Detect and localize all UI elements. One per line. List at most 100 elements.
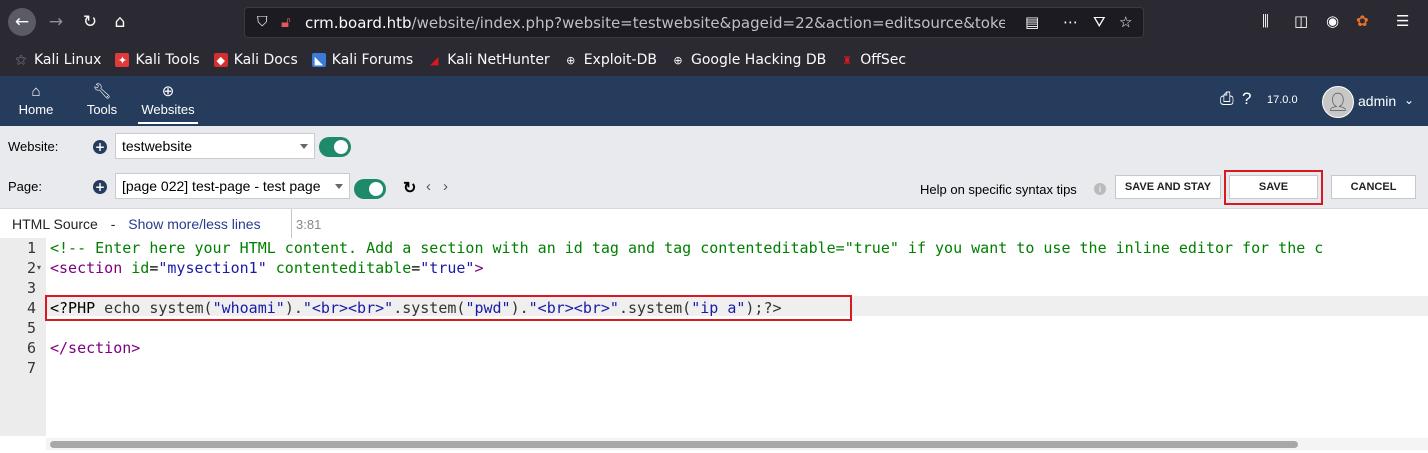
menu-tools[interactable]: 🔧︎ Tools xyxy=(80,82,124,117)
bookmark-kali-docs[interactable]: ◆ Kali Docs xyxy=(213,52,298,68)
offsec-icon: ♜ xyxy=(842,53,853,67)
save-and-stay-button[interactable]: SAVE AND STAY xyxy=(1115,175,1221,199)
bookmark-kali-nethunter[interactable]: ◢ Kali NetHunter xyxy=(427,52,550,68)
show-more-less-link[interactable]: Show more/less lines xyxy=(128,216,260,232)
bookmark-kali-forums[interactable]: ◣ Kali Forums xyxy=(311,52,414,68)
menu-websites[interactable]: ⊕ Websites xyxy=(138,82,198,124)
insecure-lock-icon[interactable]: 🔓︎ xyxy=(281,13,291,31)
menu-label: Home xyxy=(18,102,54,117)
website-select[interactable]: testwebsite xyxy=(115,133,315,159)
library-icon[interactable]: ⫼ xyxy=(1262,12,1269,30)
home-icon: ⌂ xyxy=(31,83,41,100)
reload-icon[interactable]: ↻ xyxy=(76,8,104,36)
source-header: HTML Source - Show more/less lines 3:81 xyxy=(0,208,1428,239)
line-number: 5 xyxy=(26,319,36,337)
page-enabled-toggle[interactable] xyxy=(354,179,386,199)
kali-dragon-icon: ⚝ xyxy=(15,53,27,66)
kali-nethunter-icon: ◢ xyxy=(430,53,439,67)
menu-home[interactable]: ⌂ Home xyxy=(12,82,60,117)
bookmark-exploit-db[interactable]: ⊕ Exploit-DB xyxy=(564,52,657,68)
scrollbar-thumb[interactable] xyxy=(50,441,1298,448)
url-text[interactable]: crm.board.htb/website/index.php?website=… xyxy=(305,14,1005,32)
forward-arrow-icon[interactable]: → xyxy=(42,8,70,36)
bookmark-label: Kali NetHunter xyxy=(447,52,550,68)
kali-docs-icon: ◆ xyxy=(213,53,228,67)
more-actions-icon[interactable]: ⋯ xyxy=(1063,13,1078,31)
previous-page-icon[interactable]: ‹ xyxy=(426,178,431,195)
app-top-menu: ⌂ Home 🔧︎ Tools ⊕ Websites ⎙ ? 17.0.0 👤︎… xyxy=(0,76,1428,126)
version-text: 17.0.0 xyxy=(1267,94,1298,106)
wrench-icon: 🔧︎ xyxy=(92,83,112,100)
cursor-position: 3:81 xyxy=(296,217,322,232)
avatar-icon[interactable]: 👤︎ xyxy=(1322,86,1354,118)
sidebar-icon[interactable]: ◫ xyxy=(1294,12,1308,30)
cancel-button[interactable]: CANCEL xyxy=(1331,175,1416,199)
code-line-6[interactable]: </section> xyxy=(50,338,140,358)
bookmark-label: OffSec xyxy=(860,52,907,68)
refresh-icon[interactable]: ↻ xyxy=(403,178,416,198)
line-number: 7 xyxy=(26,359,36,377)
url-path: /website/index.php?website=testwebsite&p… xyxy=(411,14,1005,32)
highlight-box-save xyxy=(1224,170,1323,205)
next-page-icon[interactable]: › xyxy=(443,178,448,195)
pocket-icon[interactable]: ⛛ xyxy=(1093,13,1106,31)
extension-icon[interactable]: ✿ xyxy=(1356,12,1369,30)
tracking-shield-icon[interactable]: ⛉ xyxy=(257,14,268,30)
back-arrow-icon[interactable]: ← xyxy=(8,8,36,36)
line-number: 6 xyxy=(26,339,36,357)
line-number: 3 xyxy=(26,279,36,297)
bookmark-offsec[interactable]: ♜ OffSec xyxy=(840,52,906,68)
bookmark-kali-tools[interactable]: ✦ Kali Tools xyxy=(115,52,200,68)
hamburger-menu-icon[interactable]: ☰ xyxy=(1396,12,1409,30)
print-icon[interactable]: ⎙ xyxy=(1220,89,1234,109)
fold-arrow-icon[interactable]: ▾ xyxy=(37,263,41,272)
bookmark-google-hacking-db[interactable]: ⊕ Google Hacking DB xyxy=(671,52,826,68)
chevron-down-icon[interactable]: ⌄ xyxy=(1404,93,1414,107)
code-editor[interactable]: 1 2 ▾ 3 4 5 6 7 <!-- Enter here your HTM… xyxy=(0,238,1428,453)
code-token: id xyxy=(131,259,150,277)
bookmark-label: Kali Forums xyxy=(331,52,414,68)
bookmark-star-icon[interactable]: ☆ xyxy=(1119,13,1132,31)
url-host: crm.board.htb xyxy=(305,14,412,32)
website-enabled-toggle[interactable] xyxy=(319,137,351,157)
code-token: > xyxy=(474,259,484,277)
code-line-2[interactable]: <section id="mysection1" contenteditable… xyxy=(50,258,484,278)
line-number: 2 xyxy=(26,259,36,277)
menu-label: Websites xyxy=(141,102,195,117)
bookmark-label: Kali Docs xyxy=(233,52,298,68)
source-tab-label: HTML Source xyxy=(12,216,98,232)
website-label: Website: xyxy=(8,139,59,154)
bookmark-kali-linux[interactable]: ⚝ Kali Linux xyxy=(14,52,102,68)
horizontal-scrollbar[interactable] xyxy=(46,438,1428,450)
page-select[interactable]: [page 022] test-page - test page xyxy=(115,173,350,199)
highlight-box-php-line xyxy=(45,295,852,321)
url-bar[interactable]: ⛉ 🔓︎ crm.board.htb/website/index.php?web… xyxy=(244,7,1144,38)
bookmarks-bar: ⚝ Kali Linux ✦ Kali Tools ◆ Kali Docs ◣ Kali… xyxy=(0,44,1428,76)
kali-tools-icon: ✦ xyxy=(115,53,130,67)
add-page-icon[interactable]: + xyxy=(93,180,107,194)
globe-icon: ⊕ xyxy=(673,53,683,67)
website-select-value: testwebsite xyxy=(122,138,193,154)
website-editor-toolbar: Website: + testwebsite Page: + [page 022… xyxy=(0,126,1428,208)
chevron-down-icon xyxy=(335,184,343,189)
code-token: "true" xyxy=(420,259,475,277)
code-token: <section xyxy=(50,259,123,277)
line-number: 1 xyxy=(26,239,36,257)
account-icon[interactable]: ◉ xyxy=(1326,12,1339,30)
code-line-1[interactable]: <!-- Enter here your HTML content. Add a… xyxy=(50,238,1426,258)
page-label: Page: xyxy=(8,179,42,194)
info-icon[interactable]: i xyxy=(1094,183,1106,195)
home-icon[interactable]: ⌂ xyxy=(106,8,134,36)
help-syntax-text[interactable]: Help on specific syntax tips xyxy=(920,182,1077,197)
globe-icon: ⊕ xyxy=(161,83,175,100)
reader-view-icon[interactable]: ▤ xyxy=(1025,13,1039,31)
bookmark-label: Kali Linux xyxy=(34,52,102,68)
add-website-icon[interactable]: + xyxy=(93,140,107,154)
menu-label: Tools xyxy=(86,102,118,117)
source-tab: HTML Source - Show more/less lines xyxy=(0,209,292,239)
help-icon[interactable]: ? xyxy=(1242,89,1251,109)
globe-icon: ⊕ xyxy=(566,53,576,67)
code-token: "mysection1" xyxy=(158,259,267,277)
user-name[interactable]: admin xyxy=(1358,93,1396,109)
code-token: contenteditable xyxy=(275,259,412,277)
